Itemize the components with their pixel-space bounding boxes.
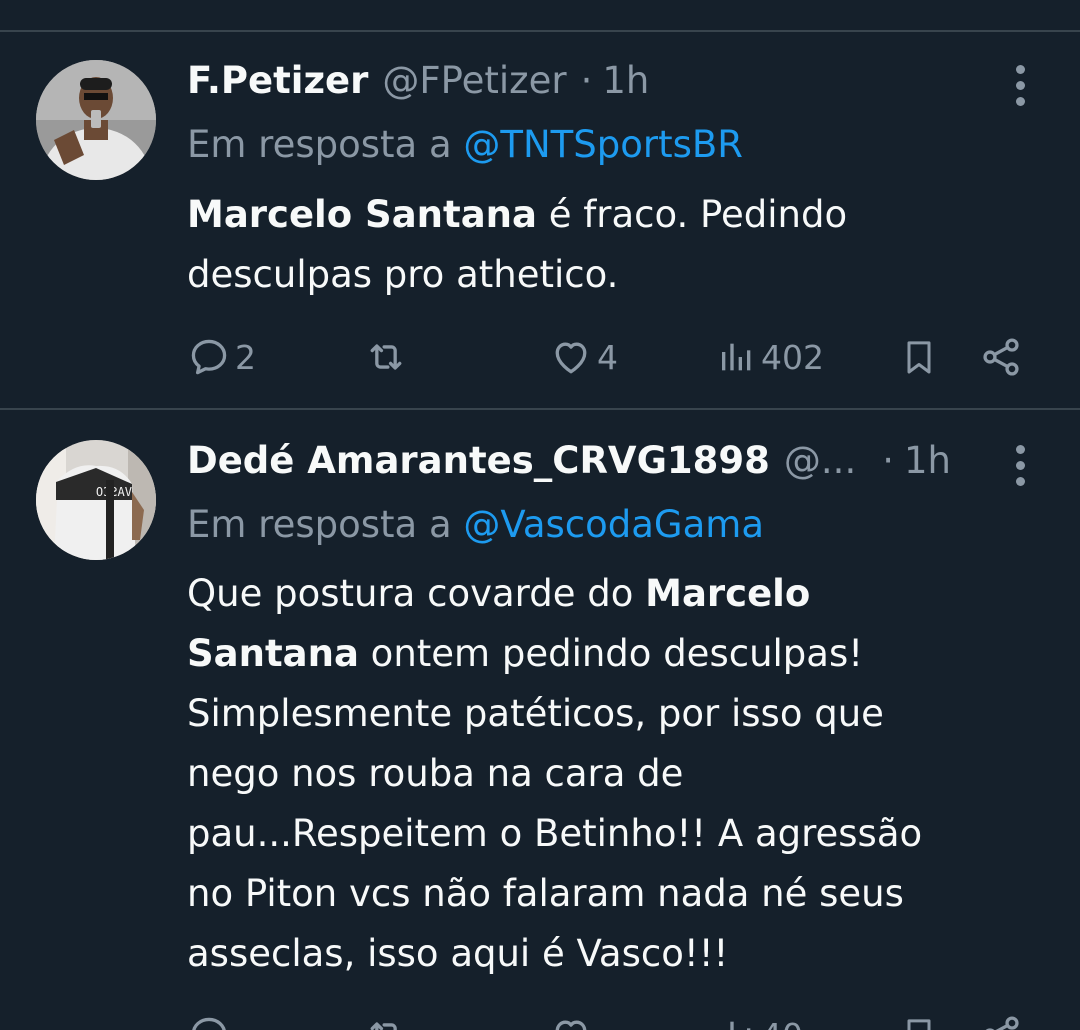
text-segment: Simplesmente patéticos, por isso que xyxy=(187,692,884,735)
reply-button[interactable]: 2 xyxy=(187,332,256,382)
like-count: 4 xyxy=(597,337,618,377)
text-segment: é fraco. Pedindo xyxy=(536,193,848,236)
display-name[interactable]: Dedé Amarantes_CRVG1898 xyxy=(187,436,770,486)
tweet-header: F.Petizer @FPetizer · 1h xyxy=(187,56,649,106)
timestamp[interactable]: 1h xyxy=(904,436,951,486)
text-segment: Que postura covarde do xyxy=(187,572,646,615)
reply-button[interactable] xyxy=(187,1010,231,1030)
display-name[interactable]: F.Petizer xyxy=(187,56,368,106)
retweet-button[interactable] xyxy=(363,332,409,382)
separator-dot: · xyxy=(882,439,894,482)
divider xyxy=(0,30,1080,32)
user-handle[interactable]: @... xyxy=(784,436,856,486)
retweet-icon xyxy=(363,335,409,379)
views-button[interactable]: 402 xyxy=(717,332,824,382)
views-icon xyxy=(717,1013,757,1030)
text-segment: ontem pedindo desculpas! xyxy=(358,632,864,675)
view-count: 402 xyxy=(761,337,824,377)
bookmark-button[interactable] xyxy=(899,332,939,382)
avatar[interactable]: VASCO xyxy=(36,440,156,560)
share-button[interactable] xyxy=(979,1010,1023,1030)
reply-context: Em resposta a @TNTSportsBR xyxy=(187,120,743,170)
retweet-icon xyxy=(363,1013,409,1030)
like-button[interactable] xyxy=(549,1010,593,1030)
avatar[interactable] xyxy=(36,60,156,180)
reply-prefix: Em resposta a xyxy=(187,123,464,166)
reply-prefix: Em resposta a xyxy=(187,503,464,546)
bookmark-button[interactable] xyxy=(899,1010,939,1030)
bookmark-icon xyxy=(899,335,939,379)
share-icon xyxy=(979,335,1023,379)
retweet-button[interactable] xyxy=(363,1010,409,1030)
mention-bold: Marcelo xyxy=(645,572,811,615)
share-button[interactable] xyxy=(979,332,1023,382)
action-bar: 40 xyxy=(187,1010,1027,1030)
timeline: F.Petizer @FPetizer · 1h Em resposta a @… xyxy=(0,0,1080,1030)
tweet-header: Dedé Amarantes_CRVG1898 @... · 1h xyxy=(187,436,951,486)
mention-bold: Marcelo Santana xyxy=(187,193,537,236)
text-segment: desculpas pro athetico. xyxy=(187,253,619,296)
reply-mention[interactable]: @TNTSportsBR xyxy=(463,123,743,166)
reply-icon xyxy=(187,1013,231,1030)
text-segment: no Piton vcs não falaram nada né seus xyxy=(187,872,904,915)
like-button[interactable]: 4 xyxy=(549,332,618,382)
reply-count: 2 xyxy=(235,337,256,377)
reply-context: Em resposta a @VascodaGama xyxy=(187,500,764,550)
text-segment: pau...Respeitem o Betinho!! A agressão xyxy=(187,812,923,855)
text-segment: nego nos rouba na cara de xyxy=(187,752,684,795)
bookmark-icon xyxy=(899,1013,939,1030)
reply-icon xyxy=(187,335,231,379)
view-count: 40 xyxy=(761,1016,803,1030)
views-button[interactable]: 40 xyxy=(717,1010,803,1030)
heart-icon xyxy=(549,335,593,379)
more-options-icon[interactable] xyxy=(1008,440,1032,490)
user-handle[interactable]: @FPetizer xyxy=(382,56,566,106)
mention-bold: Santana xyxy=(187,632,359,675)
heart-icon xyxy=(549,1013,593,1030)
text-segment: asseclas, isso aqui é Vasco!!! xyxy=(187,932,729,975)
timestamp[interactable]: 1h xyxy=(602,56,649,106)
more-options-icon[interactable] xyxy=(1008,60,1032,110)
views-icon xyxy=(717,335,757,379)
divider xyxy=(0,408,1080,410)
tweet-text: Marcelo Santana é fraco. Pedindo desculp… xyxy=(187,185,1047,305)
share-icon xyxy=(979,1013,1023,1030)
separator-dot: · xyxy=(580,59,593,102)
reply-mention[interactable]: @VascodaGama xyxy=(463,503,764,546)
action-bar: 2 4 402 xyxy=(187,332,1027,382)
tweet-text: Que postura covarde do Marcelo Santana o… xyxy=(187,564,1047,984)
